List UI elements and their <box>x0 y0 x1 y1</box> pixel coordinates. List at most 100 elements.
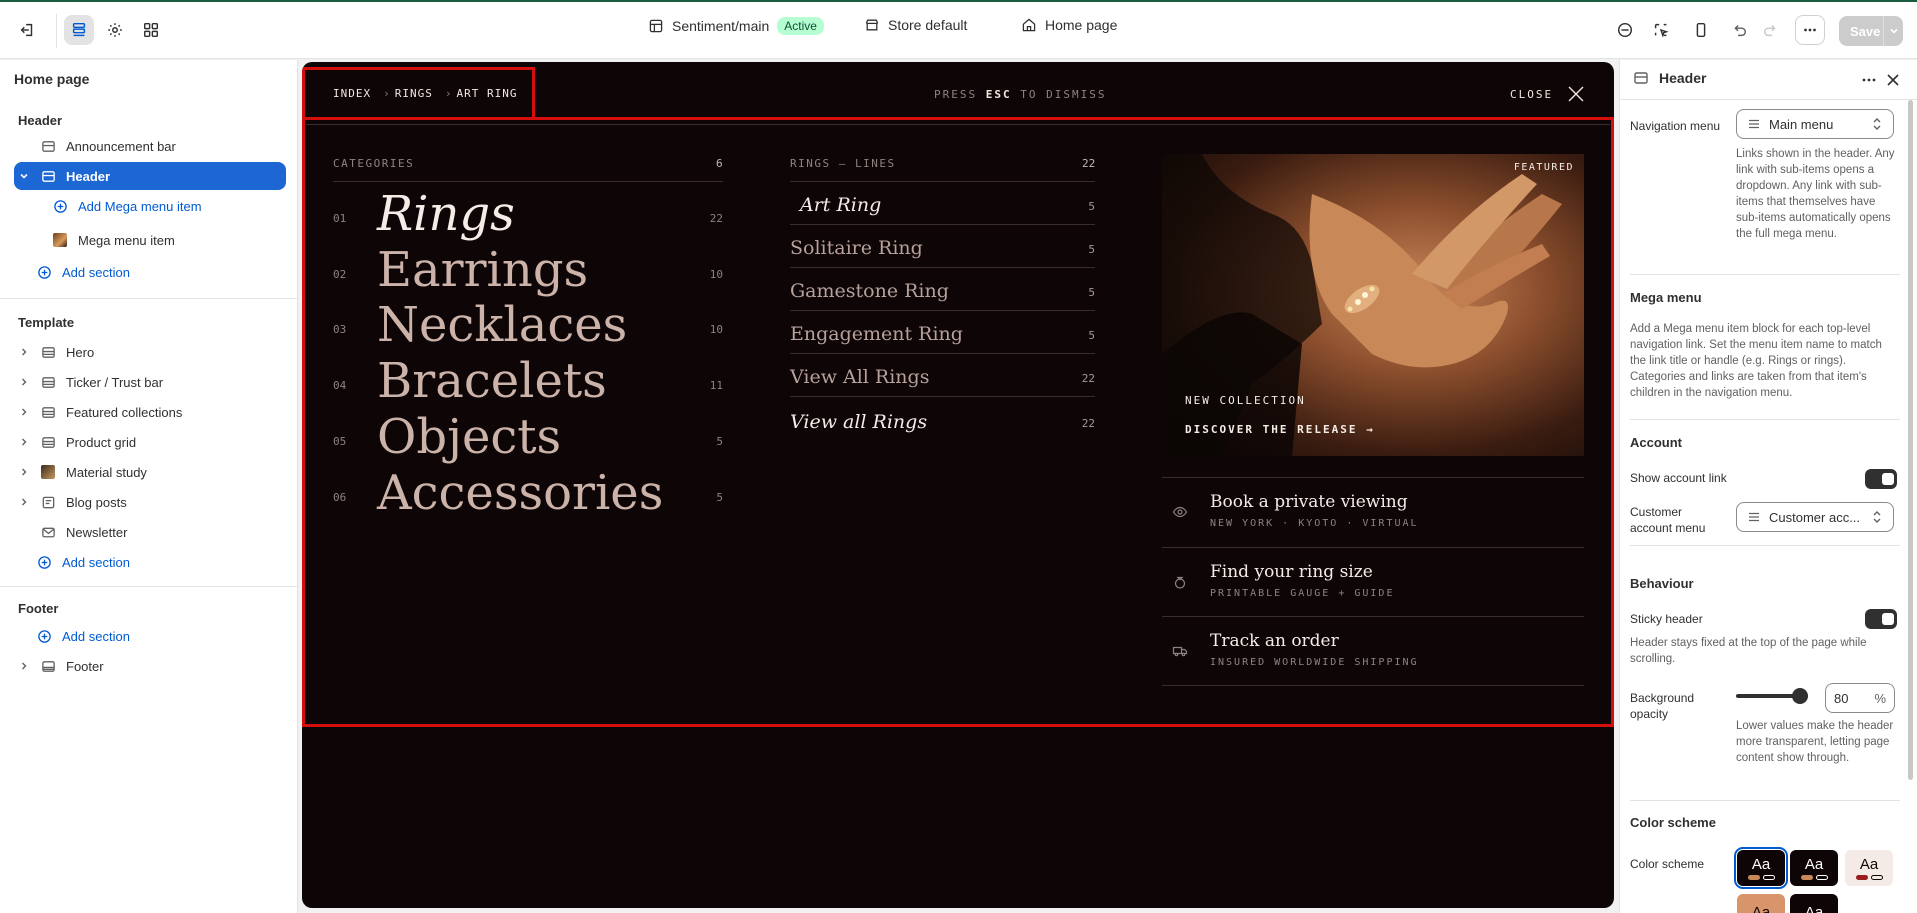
bg-opacity-slider[interactable] <box>1736 688 1808 704</box>
service-private-viewing[interactable]: Book a private viewing NEW YORK · KYOTO … <box>1162 477 1584 547</box>
section-icon <box>1634 72 1648 84</box>
plus-circle-icon <box>50 198 70 214</box>
sections-sidebar: Home page Header Announcement bar Header… <box>0 60 298 913</box>
line-item[interactable]: View All Rings 22 <box>790 354 1095 397</box>
mobile-preview-icon[interactable] <box>1686 15 1716 45</box>
close-icon[interactable] <box>1885 72 1901 88</box>
color-scheme-swatch[interactable]: Aa <box>1790 894 1838 913</box>
mega-menu-help: Add a Mega menu item block for each top-… <box>1630 323 1882 399</box>
sidebar-item-label: Featured collections <box>66 404 183 420</box>
sidebar-item-hero[interactable]: Hero <box>14 338 286 366</box>
divider <box>0 586 298 587</box>
divider <box>1630 419 1900 420</box>
sidebar-item-material-study[interactable]: Material study <box>14 458 286 486</box>
footer-group-title: Footer <box>18 601 59 616</box>
slider-handle[interactable] <box>1792 688 1808 704</box>
add-mega-menu-item-button[interactable]: Add Mega menu item <box>44 192 284 220</box>
inspector-icon[interactable] <box>1610 15 1640 45</box>
chevron-right-icon[interactable] <box>14 347 34 357</box>
save-button[interactable]: Save <box>1839 16 1903 46</box>
sticky-header-toggle[interactable] <box>1865 609 1897 629</box>
nav-menu-select[interactable]: Main menu <box>1736 109 1894 139</box>
line-item[interactable]: Solitaire Ring 5 <box>790 225 1095 268</box>
chevron-right-icon[interactable] <box>14 377 34 387</box>
redo-icon[interactable] <box>1756 15 1786 45</box>
category-accessories[interactable]: 06 Accessories 5 <box>333 465 723 521</box>
line-item[interactable]: Gamestone Ring 5 <box>790 268 1095 311</box>
service-ring-size[interactable]: Find your ring size PRINTABLE GAUGE + GU… <box>1162 547 1584 617</box>
store-icon <box>865 19 879 31</box>
view-all-link[interactable]: View all Rings 22 <box>790 399 1095 442</box>
sidebar-item-newsletter[interactable]: Newsletter <box>14 518 286 546</box>
sidebar-item-header[interactable]: Header <box>14 162 286 190</box>
add-section-button[interactable]: Add section <box>30 548 284 576</box>
line-item[interactable]: Art Ring 5 <box>790 182 1095 225</box>
gear-icon[interactable] <box>100 15 130 45</box>
breadcrumb-item[interactable]: INDEX <box>333 87 371 100</box>
theme-selector[interactable]: Sentiment/main Active <box>648 17 824 35</box>
sidebar-item-label: Product grid <box>66 434 137 450</box>
undo-icon[interactable] <box>1724 15 1754 45</box>
divider <box>1630 274 1900 275</box>
chevron-down-icon[interactable] <box>1888 25 1900 37</box>
sidebar-item-footer[interactable]: Footer <box>14 652 286 680</box>
hand-with-ring-image <box>1162 154 1562 456</box>
category-objects[interactable]: 05 Objects 5 <box>333 409 723 465</box>
close-icon <box>1568 86 1584 102</box>
close-button[interactable]: CLOSE <box>1510 85 1585 103</box>
add-section-button[interactable]: Add section <box>30 258 284 286</box>
divider <box>1630 545 1900 546</box>
add-section-button[interactable]: Add section <box>30 622 284 650</box>
color-scheme-swatch[interactable]: Aa <box>1845 850 1893 886</box>
line-item[interactable]: Engagement Ring 5 <box>790 311 1095 354</box>
panel-header: Header <box>1633 70 1706 86</box>
exit-icon[interactable] <box>12 15 42 45</box>
sidebar-item-label: Footer <box>66 658 104 674</box>
featured-tag: FEATURED <box>1513 162 1574 173</box>
page-selector[interactable]: Home page <box>1021 17 1117 33</box>
sidebar-item-ticker[interactable]: Ticker / Trust bar <box>14 368 286 396</box>
sidebar-item-blog-posts[interactable]: Blog posts <box>14 488 286 516</box>
sidebar-item-product-grid[interactable]: Product grid <box>14 428 286 456</box>
chevron-down-icon[interactable] <box>14 171 34 181</box>
chevron-right-icon[interactable] <box>14 661 34 671</box>
featured-card[interactable]: FEATURED NEW COLLECTION DISCOVER THE REL… <box>1162 154 1584 456</box>
color-scheme-swatch[interactable]: Aa <box>1737 894 1785 913</box>
category-bracelets[interactable]: 04 Bracelets 11 <box>333 353 723 409</box>
chevron-right-icon[interactable] <box>14 467 34 477</box>
select-element-icon[interactable] <box>1646 15 1676 45</box>
sidebar-item-mega-menu-item[interactable]: Mega menu item <box>44 226 284 254</box>
nav-menu-help: Links shown in the header. Any link with… <box>1736 148 1895 240</box>
chevron-right-icon[interactable] <box>14 407 34 417</box>
service-track-order[interactable]: Track an order INSURED WORLDWIDE SHIPPIN… <box>1162 616 1584 686</box>
store-selector[interactable]: Store default <box>864 17 967 33</box>
section-icon <box>38 658 58 674</box>
breadcrumb-item: ART RING <box>456 87 518 100</box>
chevron-right-icon[interactable] <box>14 437 34 447</box>
divider <box>306 124 1610 125</box>
breadcrumb-item[interactable]: RINGS <box>395 87 433 100</box>
show-account-toggle[interactable] <box>1865 469 1897 489</box>
chevron-right-icon[interactable] <box>14 497 34 507</box>
color-scheme-swatch[interactable]: Aa <box>1790 850 1838 886</box>
scrollbar[interactable] <box>1908 100 1913 780</box>
sidebar-item-featured-collections[interactable]: Featured collections <box>14 398 286 426</box>
bg-opacity-input[interactable]: 80 % <box>1825 683 1895 713</box>
color-scheme-swatch[interactable]: Aa <box>1734 847 1788 889</box>
category-earrings[interactable]: 02 Earrings 10 <box>333 242 723 298</box>
bg-opacity-label: Background opacity <box>1630 691 1695 721</box>
sidebar-item-label: Hero <box>66 344 95 360</box>
featured-cta[interactable]: DISCOVER THE RELEASE → <box>1185 423 1375 436</box>
sidebar-item-label: Add section <box>62 628 130 644</box>
apps-icon[interactable] <box>136 15 166 45</box>
customer-menu-select[interactable]: Customer acc... <box>1736 502 1894 532</box>
more-icon[interactable] <box>1861 72 1877 88</box>
sections-icon[interactable] <box>64 15 94 45</box>
category-rings[interactable]: 01 Rings 22 <box>333 186 723 242</box>
plus-circle-icon <box>34 628 54 644</box>
category-necklaces[interactable]: 03 Necklaces 10 <box>333 297 723 353</box>
category-name: Accessories <box>377 465 664 521</box>
select-arrows-icon <box>1873 118 1881 130</box>
more-actions-icon[interactable] <box>1795 15 1825 45</box>
sidebar-item-announcement-bar[interactable]: Announcement bar <box>14 132 286 160</box>
